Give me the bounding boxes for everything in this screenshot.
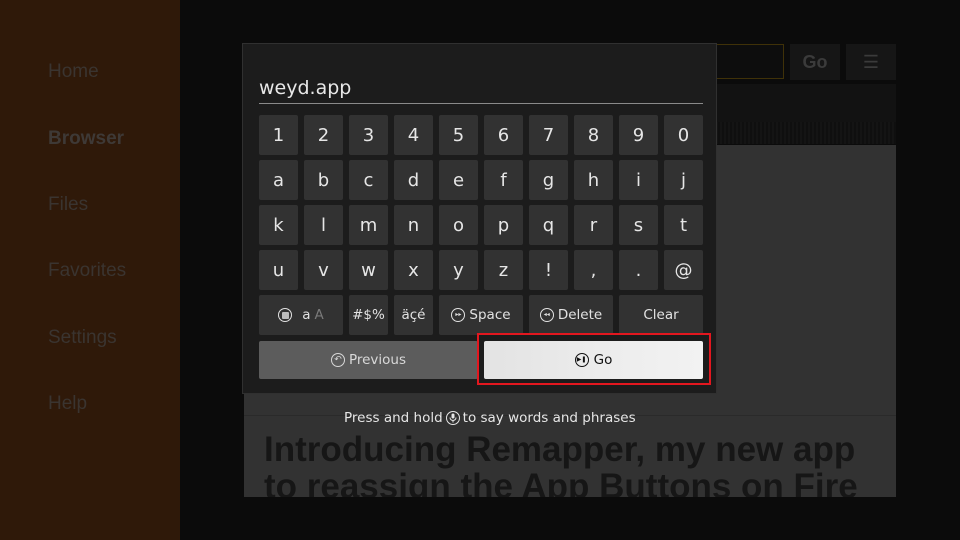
stop-button-icon xyxy=(278,308,293,322)
key[interactable]: r xyxy=(574,205,613,245)
article-headline: Introducing Remapper, my new app to reas… xyxy=(264,430,858,497)
hamburger-menu-icon: ☰ xyxy=(862,51,880,72)
key[interactable]: x xyxy=(394,250,433,290)
key[interactable]: o xyxy=(439,205,478,245)
key[interactable]: , xyxy=(574,250,613,290)
key[interactable]: l xyxy=(304,205,343,245)
browser-go-button[interactable]: Go xyxy=(790,44,840,80)
key[interactable]: 2 xyxy=(304,115,343,155)
key[interactable]: 3 xyxy=(349,115,388,155)
key[interactable]: f xyxy=(484,160,523,200)
accents-key[interactable]: äçé xyxy=(394,295,433,335)
sidebar: Home Browser Files Favorites Settings He… xyxy=(0,0,180,540)
case-toggle-key[interactable]: aA xyxy=(259,295,343,335)
keyboard-dialog: weyd.app 1 2 3 4 5 6 7 8 9 0 a b c d e f xyxy=(242,43,717,394)
key[interactable]: 1 xyxy=(259,115,298,155)
key[interactable]: u xyxy=(259,250,298,290)
rewind-icon: ◂◂ xyxy=(539,308,554,322)
key[interactable]: 0 xyxy=(664,115,703,155)
key[interactable]: 6 xyxy=(484,115,523,155)
url-input-field[interactable]: weyd.app xyxy=(259,68,703,104)
key[interactable]: ! xyxy=(529,250,568,290)
go-label: Go xyxy=(593,352,613,368)
clear-key[interactable]: Clear xyxy=(619,295,703,335)
sidebar-item-help[interactable]: Help xyxy=(48,393,87,415)
fast-forward-icon: ▸▸ xyxy=(451,308,466,322)
key[interactable]: j xyxy=(664,160,703,200)
key[interactable]: b xyxy=(304,160,343,200)
sidebar-item-settings[interactable]: Settings xyxy=(48,327,117,349)
key[interactable]: m xyxy=(349,205,388,245)
key[interactable]: . xyxy=(619,250,658,290)
key[interactable]: t xyxy=(664,205,703,245)
fire-tv-screen: Home Browser Files Favorites Settings He… xyxy=(0,0,960,540)
previous-button[interactable]: ↶ Previous xyxy=(259,341,478,379)
back-icon: ↶ xyxy=(330,353,345,367)
key[interactable]: q xyxy=(529,205,568,245)
key[interactable]: w xyxy=(349,250,388,290)
key[interactable]: 9 xyxy=(619,115,658,155)
key[interactable]: z xyxy=(484,250,523,290)
go-button[interactable]: ▶❚ Go xyxy=(484,341,703,379)
key[interactable]: 5 xyxy=(439,115,478,155)
sidebar-item-home[interactable]: Home xyxy=(48,61,99,83)
voice-hint: Press and hold to say words and phrases xyxy=(344,410,636,426)
delete-key[interactable]: ◂◂ Delete xyxy=(529,295,613,335)
key[interactable]: a xyxy=(259,160,298,200)
space-label: Space xyxy=(469,307,511,323)
key[interactable]: h xyxy=(574,160,613,200)
key[interactable]: c xyxy=(349,160,388,200)
browser-menu-button[interactable]: ☰ xyxy=(846,44,896,80)
space-key[interactable]: ▸▸ Space xyxy=(439,295,523,335)
key[interactable]: g xyxy=(529,160,568,200)
key[interactable]: i xyxy=(619,160,658,200)
key[interactable]: s xyxy=(619,205,658,245)
microphone-icon xyxy=(445,411,460,425)
previous-label: Previous xyxy=(348,352,407,368)
key[interactable]: k xyxy=(259,205,298,245)
sidebar-item-browser[interactable]: Browser xyxy=(48,128,124,150)
key[interactable]: p xyxy=(484,205,523,245)
key[interactable]: @ xyxy=(664,250,703,290)
key[interactable]: 7 xyxy=(529,115,568,155)
key[interactable]: v xyxy=(304,250,343,290)
voice-hint-after: to say words and phrases xyxy=(462,410,636,426)
key[interactable]: n xyxy=(394,205,433,245)
key[interactable]: e xyxy=(439,160,478,200)
case-lower: a xyxy=(302,307,311,323)
key[interactable]: d xyxy=(394,160,433,200)
case-upper: A xyxy=(314,307,324,323)
play-pause-icon: ▶❚ xyxy=(574,353,589,367)
symbols-key[interactable]: #$% xyxy=(349,295,388,335)
delete-label: Delete xyxy=(557,307,603,323)
key[interactable]: 4 xyxy=(394,115,433,155)
key[interactable]: y xyxy=(439,250,478,290)
sidebar-item-favorites[interactable]: Favorites xyxy=(48,260,126,282)
voice-hint-before: Press and hold xyxy=(344,410,443,426)
key[interactable]: 8 xyxy=(574,115,613,155)
sidebar-item-files[interactable]: Files xyxy=(48,194,88,216)
